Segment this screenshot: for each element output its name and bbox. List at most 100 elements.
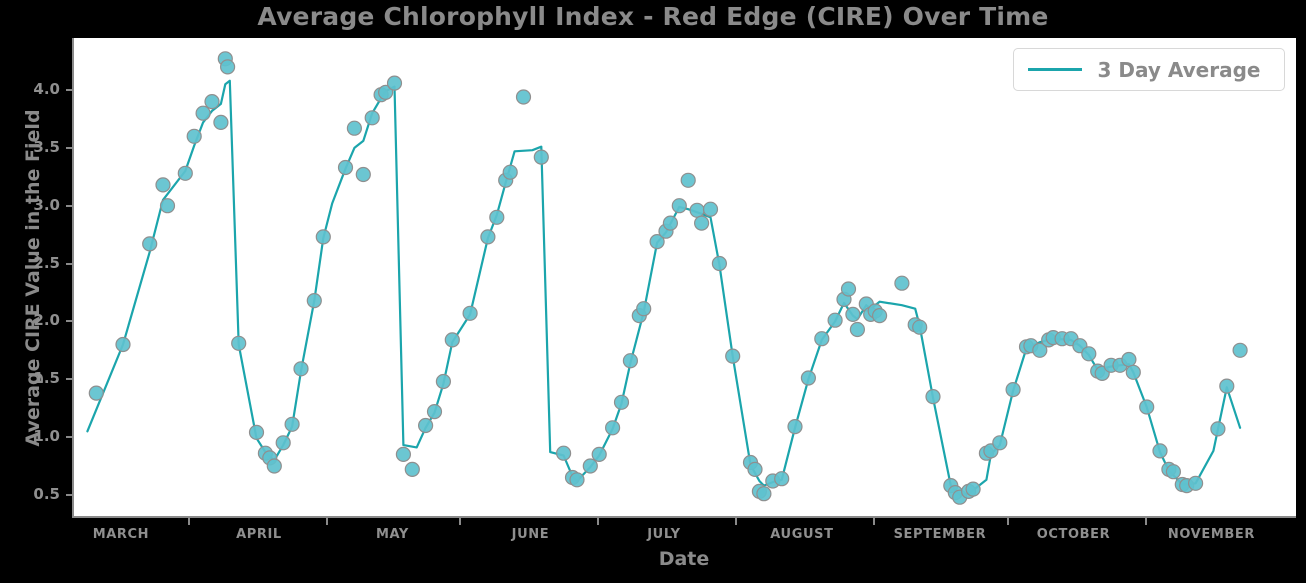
scatter-point bbox=[231, 335, 247, 351]
scatter-point bbox=[1005, 382, 1021, 398]
scatter-point bbox=[680, 172, 696, 188]
scatter-point bbox=[756, 486, 772, 502]
scatter-point bbox=[613, 394, 630, 410]
scatter-point bbox=[1219, 378, 1235, 394]
x-tick-label: MARCH bbox=[92, 527, 150, 542]
scatter-point bbox=[1125, 364, 1141, 380]
scatter-point bbox=[293, 361, 309, 377]
scatter-point bbox=[912, 319, 928, 335]
scatter-point bbox=[591, 446, 607, 462]
scatter-point bbox=[155, 177, 171, 193]
scatter-point bbox=[115, 336, 131, 353]
scatter-point bbox=[556, 445, 572, 461]
scatter-point bbox=[992, 435, 1008, 451]
scatter-point bbox=[186, 128, 202, 144]
y-tick-label: 1.0 bbox=[33, 427, 60, 446]
x-tick-mark bbox=[325, 518, 328, 525]
x-tick-label: OCTOBER bbox=[1036, 527, 1111, 542]
scatter-point bbox=[284, 416, 300, 432]
scatter-point bbox=[435, 373, 451, 390]
scatter-point bbox=[965, 481, 981, 497]
y-tick-label: 2.5 bbox=[33, 253, 60, 272]
scatter-point bbox=[204, 93, 220, 110]
scatter-point bbox=[671, 198, 687, 214]
scatter-point bbox=[395, 446, 411, 462]
scatter-point bbox=[827, 312, 843, 328]
scatter-point bbox=[159, 198, 176, 214]
scatter-point bbox=[213, 114, 229, 131]
scatter-point bbox=[177, 165, 193, 181]
scatter-points-group bbox=[88, 51, 1248, 505]
scatter-point bbox=[480, 229, 496, 245]
scatter-point bbox=[1232, 342, 1248, 358]
scatter-point bbox=[662, 215, 679, 231]
scatter-point bbox=[142, 236, 158, 252]
y-tick-label: 3.5 bbox=[33, 137, 60, 156]
x-tick-mark bbox=[597, 518, 600, 525]
scatter-point bbox=[404, 461, 420, 477]
scatter-point bbox=[636, 301, 652, 317]
x-tick-mark bbox=[459, 518, 462, 525]
plot-area bbox=[72, 38, 1296, 518]
scatter-point bbox=[355, 166, 371, 183]
scatter-point bbox=[275, 435, 291, 451]
scatter-point bbox=[418, 417, 434, 434]
scatter-point bbox=[582, 458, 598, 474]
x-tick-mark bbox=[187, 518, 190, 525]
scatter-point bbox=[502, 164, 518, 180]
scatter-point bbox=[220, 59, 236, 75]
x-tick-mark bbox=[1144, 518, 1147, 525]
scatter-point bbox=[1210, 421, 1226, 437]
scatter-point bbox=[814, 331, 830, 347]
scatter-point bbox=[604, 420, 621, 436]
scatter-point bbox=[386, 75, 403, 91]
chart-legend[interactable]: 3 Day Average bbox=[1013, 48, 1285, 91]
scatter-point bbox=[894, 275, 910, 291]
scatter-point bbox=[533, 149, 549, 165]
scatter-point bbox=[337, 159, 354, 176]
legend-label: 3 Day Average bbox=[1097, 57, 1261, 82]
chart-canvas bbox=[86, 51, 1248, 505]
scatter-point bbox=[315, 229, 331, 245]
scatter-point bbox=[195, 105, 211, 121]
scatter-point bbox=[248, 424, 265, 440]
scatter-point bbox=[346, 120, 362, 136]
x-tick-label: JULY bbox=[647, 527, 681, 542]
chart-title: Average Chlorophyll Index - Red Edge (CI… bbox=[257, 2, 1049, 31]
scatter-point bbox=[845, 306, 861, 322]
x-axis-label: Date bbox=[658, 548, 710, 570]
scatter-point bbox=[622, 353, 639, 369]
scatter-point bbox=[515, 89, 532, 105]
scatter-point bbox=[1165, 464, 1182, 480]
x-tick-mark bbox=[1006, 518, 1009, 525]
scatter-point bbox=[462, 305, 478, 321]
scatter-point bbox=[711, 255, 728, 272]
scatter-point bbox=[800, 370, 817, 386]
scatter-point bbox=[871, 308, 888, 324]
legend-line-swatch bbox=[1028, 68, 1082, 71]
scatter-point bbox=[1152, 443, 1168, 459]
scatter-point bbox=[840, 281, 857, 297]
x-tick-mark bbox=[873, 518, 876, 525]
scatter-point bbox=[693, 215, 710, 231]
scatter-point bbox=[88, 385, 104, 401]
scatter-point bbox=[747, 461, 763, 477]
y-tick-label: 3.0 bbox=[33, 195, 60, 214]
scatter-point bbox=[925, 389, 941, 405]
y-axis-label: Average CIRE Value in the Field bbox=[22, 109, 44, 447]
scatter-point bbox=[1187, 475, 1204, 491]
y-tick-label: 0.5 bbox=[33, 484, 60, 503]
scatter-point bbox=[306, 293, 322, 309]
scatter-point bbox=[266, 458, 282, 474]
x-tick-label: NOVEMBER bbox=[1167, 527, 1255, 542]
scatter-point bbox=[1139, 399, 1155, 415]
scatter-point bbox=[787, 419, 803, 435]
x-tick-label: AUGUST bbox=[770, 527, 834, 542]
scatter-point bbox=[364, 110, 380, 126]
y-tick-label: 1.5 bbox=[33, 369, 60, 388]
scatter-point bbox=[702, 201, 719, 217]
x-tick-mark bbox=[735, 518, 738, 525]
scatter-point bbox=[444, 332, 460, 348]
scatter-point bbox=[569, 472, 585, 488]
y-tick-label: 2.0 bbox=[33, 311, 60, 330]
